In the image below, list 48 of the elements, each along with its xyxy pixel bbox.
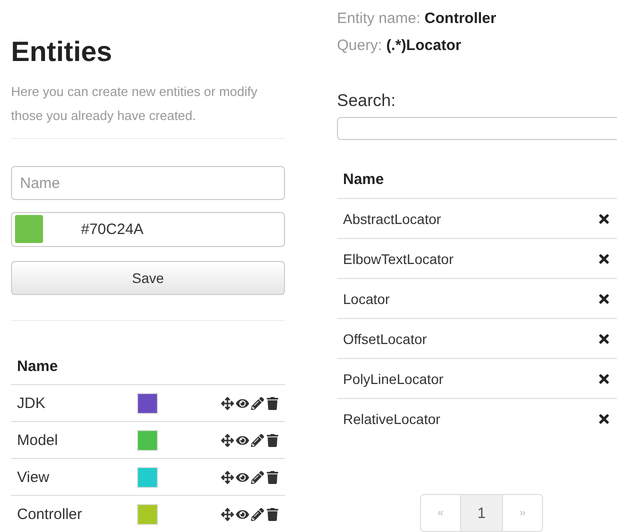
close-icon[interactable] [597, 332, 611, 346]
eye-icon[interactable] [236, 396, 249, 410]
page-button[interactable]: 1 [460, 494, 503, 532]
close-icon[interactable] [597, 412, 611, 426]
eye-icon[interactable] [236, 470, 249, 484]
table-cell-text: Locator [343, 290, 391, 306]
column-header: Name [17, 358, 58, 374]
table-cell-text: JDK [17, 394, 46, 412]
pencil-icon[interactable] [251, 396, 264, 410]
table-cell-text: AbstractLocator [343, 210, 442, 226]
move-icon[interactable] [221, 508, 234, 520]
table-cell-text: PolyLineLocator [343, 370, 444, 386]
close-icon[interactable] [597, 212, 611, 226]
move-icon[interactable] [221, 434, 234, 446]
move-icon[interactable] [221, 470, 234, 484]
trash-icon[interactable] [266, 470, 279, 484]
close-icon[interactable] [597, 292, 611, 306]
pencil-icon[interactable] [251, 434, 264, 446]
table-cell-text: RelativeLocator [343, 410, 442, 426]
table-cell-text: ElbowTextLocator [343, 250, 455, 266]
save-button[interactable]: Save [11, 260, 285, 296]
search-label: Search: [337, 91, 397, 111]
trash-icon[interactable] [266, 508, 279, 520]
trash-icon[interactable] [266, 434, 279, 446]
color-value: #70C24A [81, 220, 144, 238]
column-header: Name [343, 170, 384, 188]
color-swatch[interactable] [15, 215, 43, 244]
table-cell-text: Controller [17, 506, 84, 522]
eye-icon[interactable] [236, 434, 249, 446]
pencil-icon[interactable] [251, 470, 264, 484]
table-cell-text: View [17, 468, 50, 486]
table-cell-text: OffsetLocator [343, 330, 428, 346]
close-icon[interactable] [597, 252, 611, 266]
trash-icon[interactable] [266, 396, 279, 410]
table-cell-text: Model [17, 432, 59, 448]
color-field[interactable]: #70C24A [11, 212, 285, 247]
pencil-icon[interactable] [251, 508, 264, 520]
eye-icon[interactable] [236, 508, 249, 520]
entity-name: Controller [424, 10, 496, 27]
search-field[interactable] [337, 117, 617, 140]
page-title: Entities [11, 36, 114, 68]
query-value: (.*)Locator [386, 37, 462, 54]
name-field[interactable]: Name [11, 166, 285, 200]
description-text: Here you can create new entities or modify those you already have created. [11, 83, 258, 125]
move-icon[interactable] [221, 396, 234, 410]
entity-label: Entity name: [337, 10, 420, 27]
close-icon[interactable] [597, 372, 611, 386]
query-label: Query: [337, 37, 382, 54]
